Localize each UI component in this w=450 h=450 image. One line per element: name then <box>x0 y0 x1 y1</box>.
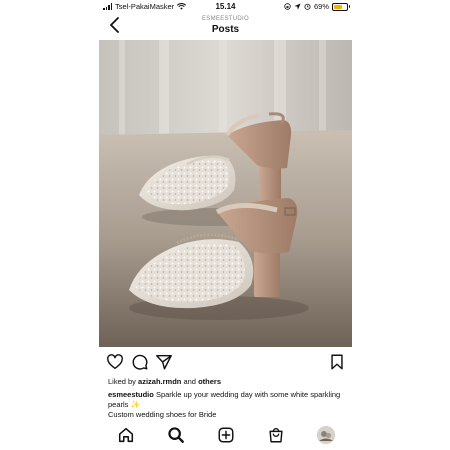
caption: esmeestudio Sparkle up your wedding day … <box>108 390 343 420</box>
status-bar: Tsel-PakaiMasker 15.14 69% <box>99 0 352 14</box>
likes-line: Liked by azizah.rmdn and others <box>108 377 221 386</box>
liked-by-user[interactable]: azizah.rmdn <box>138 377 181 386</box>
profile-avatar[interactable] <box>317 426 335 444</box>
header: ESMEESTUDIO Posts <box>99 14 352 38</box>
bottom-nav <box>99 423 352 447</box>
location-icon <box>294 3 301 10</box>
search-icon[interactable] <box>167 426 185 444</box>
post-actions <box>99 352 352 372</box>
home-icon[interactable] <box>117 426 135 444</box>
page-title: Posts <box>211 24 240 35</box>
account-name[interactable]: ESMEESTUDIO <box>99 16 352 22</box>
screen-lock-icon <box>284 3 291 10</box>
battery-fill <box>334 4 343 9</box>
caption-line2: Custom wedding shoes for Bride <box>108 410 217 419</box>
new-post-icon[interactable] <box>217 426 235 444</box>
battery-icon <box>332 2 350 11</box>
post-image[interactable] <box>99 40 352 347</box>
comment-icon[interactable] <box>131 353 149 371</box>
share-icon[interactable] <box>155 353 173 371</box>
status-right: 69% <box>284 2 350 11</box>
caption-username[interactable]: esmeestudio <box>108 390 154 399</box>
liked-by-prefix: Liked by <box>108 377 136 386</box>
instagram-post-screen: Tsel-PakaiMasker 15.14 69% ESMEESTUDIO P… <box>99 0 352 450</box>
liked-by-and: and <box>183 377 196 386</box>
battery-percent: 69% <box>313 2 329 11</box>
shop-icon[interactable] <box>267 426 285 444</box>
heart-icon[interactable] <box>106 353 124 371</box>
liked-by-others[interactable]: others <box>198 377 221 386</box>
alarm-icon <box>304 3 311 10</box>
bookmark-icon[interactable] <box>328 353 346 371</box>
